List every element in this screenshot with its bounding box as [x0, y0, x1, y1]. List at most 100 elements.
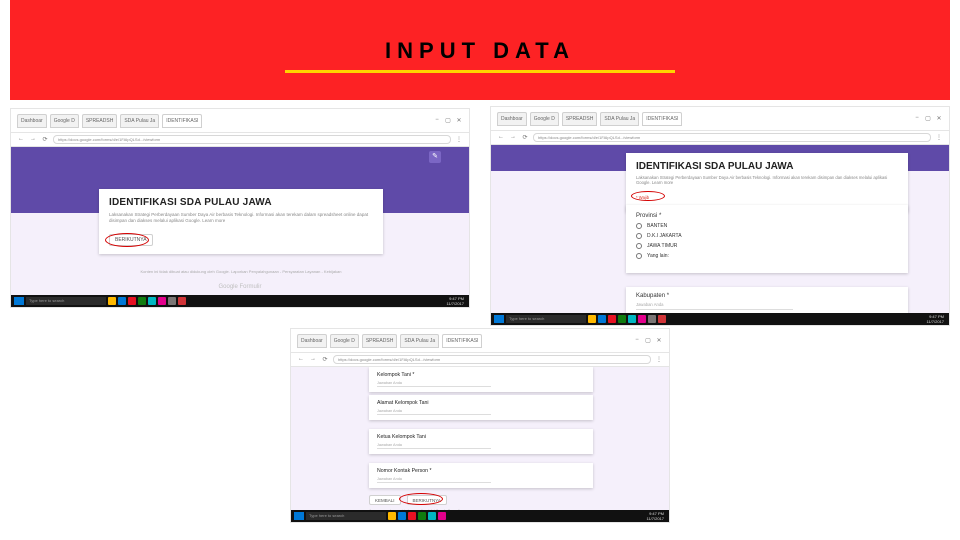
radio-icon — [636, 233, 642, 239]
text-input[interactable]: Jawaban Anda — [377, 409, 491, 415]
taskbar-app-icon[interactable] — [638, 315, 646, 323]
browser-menu-icon[interactable]: ⋮ — [455, 136, 463, 144]
next-button[interactable]: BERIKUTNYA — [109, 234, 153, 246]
text-input[interactable]: Jawaban Anda — [377, 443, 491, 449]
form-description: Laksanakan Strategi Perberdayaan Sumber … — [636, 175, 898, 186]
form-disclaimer: Konten ini tidak dibuat atau didukung ol… — [99, 269, 383, 274]
form-body: Kelompok Tani * Jawaban Anda Alamat Kelo… — [291, 367, 669, 510]
window-minimize-icon[interactable]: − — [633, 337, 641, 345]
browser-menu-icon[interactable]: ⋮ — [935, 134, 943, 142]
taskbar-app-icon[interactable] — [408, 512, 416, 520]
browser-tab[interactable]: Dashboar — [17, 114, 47, 128]
taskbar-app-icon[interactable] — [398, 512, 406, 520]
window-minimize-icon[interactable]: − — [433, 117, 441, 125]
window-maximize-icon[interactable]: ▢ — [924, 115, 932, 123]
nav-back-icon[interactable]: ← — [297, 356, 305, 364]
option-label: Yang lain: — [647, 253, 669, 259]
question-label: Ketua Kelompok Tani — [377, 434, 585, 440]
taskbar-app-icon[interactable] — [658, 315, 666, 323]
required-indicator: * Wajib — [636, 195, 649, 200]
browser-tab-active[interactable]: IDENTIFIKASI — [642, 112, 682, 126]
radio-option[interactable]: BANTEN — [636, 223, 898, 229]
browser-tab[interactable]: SPREADSH — [562, 112, 598, 126]
start-button-icon[interactable] — [14, 297, 24, 305]
taskbar-app-icon[interactable] — [388, 512, 396, 520]
browser-tab[interactable]: SDA Pulau Ja — [400, 334, 439, 348]
nav-reload-icon[interactable]: ⟳ — [321, 356, 329, 364]
windows-taskbar: Type here to search 9:47 PM11/7/2017 — [11, 295, 469, 307]
browser-tabbar: Dashboar Google D SPREADSH SDA Pulau Ja … — [11, 109, 469, 133]
url-input[interactable]: https://docs.google.com/forms/d/e/1FAIpQ… — [53, 135, 451, 144]
nav-back-icon[interactable]: ← — [497, 134, 505, 142]
taskbar-app-icon[interactable] — [618, 315, 626, 323]
question-card: Kelompok Tani * Jawaban Anda — [369, 367, 593, 392]
next-button[interactable]: BERIKUTNYA — [407, 495, 447, 505]
nav-forward-icon[interactable]: → — [509, 134, 517, 142]
text-input[interactable]: Jawaban Anda — [636, 302, 793, 310]
text-input[interactable]: Jawaban Anda — [377, 477, 491, 483]
browser-tab[interactable]: Google D — [50, 114, 79, 128]
browser-tab[interactable]: SDA Pulau Ja — [120, 114, 159, 128]
browser-tab[interactable]: Google D — [530, 112, 559, 126]
slide-banner: INPUT DATA — [10, 0, 950, 100]
taskbar-app-icon[interactable] — [438, 512, 446, 520]
browser-tab[interactable]: SDA Pulau Ja — [600, 112, 639, 126]
browser-tab[interactable]: Google D — [330, 334, 359, 348]
window-close-icon[interactable]: ✕ — [935, 115, 943, 123]
taskbar-app-icon[interactable] — [138, 297, 146, 305]
form-edit-icon[interactable]: ✎ — [429, 151, 441, 163]
question-label: Kelompok Tani * — [377, 372, 585, 378]
taskbar-search[interactable]: Type here to search — [506, 315, 586, 323]
window-close-icon[interactable]: ✕ — [455, 117, 463, 125]
taskbar-app-icon[interactable] — [648, 315, 656, 323]
radio-option[interactable]: Yang lain: — [636, 253, 898, 259]
taskbar-app-icon[interactable] — [168, 297, 176, 305]
taskbar-app-icon[interactable] — [428, 512, 436, 520]
browser-tab[interactable]: Dashboar — [497, 112, 527, 126]
url-input[interactable]: https://docs.google.com/forms/d/e/1FAIpQ… — [533, 133, 931, 142]
slide-title: INPUT DATA — [285, 38, 675, 73]
radio-option[interactable]: D.K.I JAKARTA — [636, 233, 898, 239]
window-maximize-icon[interactable]: ▢ — [644, 337, 652, 345]
nav-reload-icon[interactable]: ⟳ — [521, 134, 529, 142]
start-button-icon[interactable] — [294, 512, 304, 520]
browser-tab[interactable]: SPREADSH — [362, 334, 398, 348]
nav-reload-icon[interactable]: ⟳ — [41, 136, 49, 144]
browser-tab-active[interactable]: IDENTIFIKASI — [442, 334, 482, 348]
question-card: Alamat Kelompok Tani Jawaban Anda — [369, 395, 593, 420]
browser-tab[interactable]: SPREADSH — [82, 114, 118, 128]
screenshot-form-provinsi: Dashboar Google D SPREADSH SDA Pulau Ja … — [490, 106, 950, 326]
taskbar-app-icon[interactable] — [158, 297, 166, 305]
window-minimize-icon[interactable]: − — [913, 115, 921, 123]
back-button[interactable]: KEMBALI — [369, 495, 401, 505]
nav-forward-icon[interactable]: → — [309, 356, 317, 364]
nav-forward-icon[interactable]: → — [29, 136, 37, 144]
taskbar-app-icon[interactable] — [608, 315, 616, 323]
taskbar-app-icon[interactable] — [598, 315, 606, 323]
taskbar-app-icon[interactable] — [178, 297, 186, 305]
taskbar-app-icon[interactable] — [588, 315, 596, 323]
taskbar-search[interactable]: Type here to search — [306, 512, 386, 520]
taskbar-app-icon[interactable] — [108, 297, 116, 305]
radio-option[interactable]: JAWA TIMUR — [636, 243, 898, 249]
nav-back-icon[interactable]: ← — [17, 136, 25, 144]
taskbar-app-icon[interactable] — [418, 512, 426, 520]
taskbar-search[interactable]: Type here to search — [26, 297, 106, 305]
start-button-icon[interactable] — [494, 315, 504, 323]
taskbar-app-icon[interactable] — [148, 297, 156, 305]
question-label: Kabupaten * — [636, 293, 898, 299]
url-input[interactable]: https://docs.google.com/forms/d/e/1FAIpQ… — [333, 355, 651, 364]
window-maximize-icon[interactable]: ▢ — [444, 117, 452, 125]
windows-taskbar: Type here to search 9:47 PM11/7/2017 — [491, 313, 949, 325]
taskbar-app-icon[interactable] — [118, 297, 126, 305]
browser-menu-icon[interactable]: ⋮ — [655, 356, 663, 364]
browser-tab-active[interactable]: IDENTIFIKASI — [162, 114, 202, 128]
screenshot-form-start: Dashboar Google D SPREADSH SDA Pulau Ja … — [10, 108, 470, 308]
text-input[interactable]: Jawaban Anda — [377, 381, 491, 387]
browser-tab[interactable]: Dashboar — [297, 334, 327, 348]
question-card: Ketua Kelompok Tani Jawaban Anda — [369, 429, 593, 454]
form-title: IDENTIFIKASI SDA PULAU JAWA — [636, 161, 898, 172]
window-close-icon[interactable]: ✕ — [655, 337, 663, 345]
taskbar-app-icon[interactable] — [628, 315, 636, 323]
taskbar-app-icon[interactable] — [128, 297, 136, 305]
